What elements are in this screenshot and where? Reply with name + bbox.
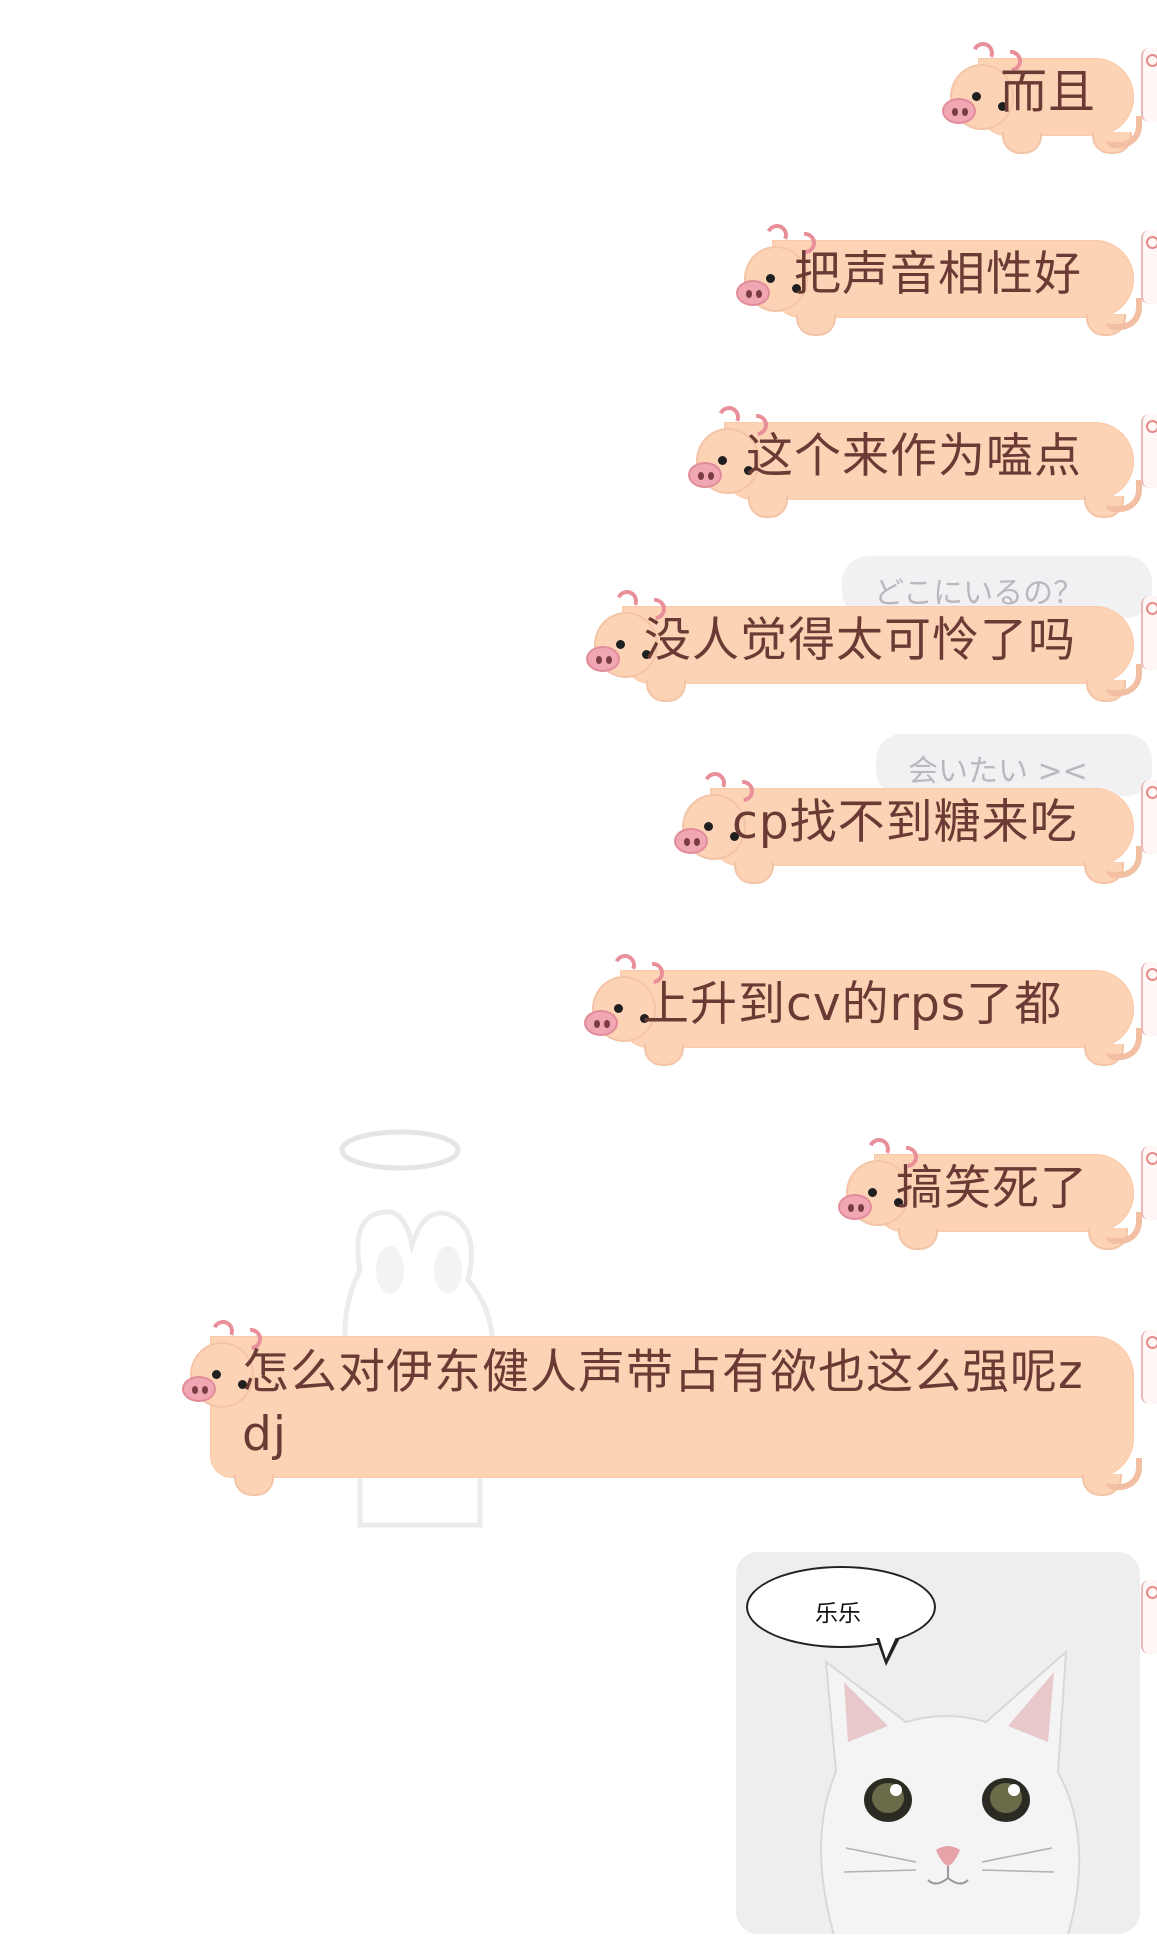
message-bubble[interactable]: 搞笑死了 [838, 1132, 1142, 1250]
pig-tail [1106, 1028, 1142, 1060]
pig-foot [644, 1044, 684, 1066]
message-text: 怎么对伊东健人声带占有欲也这么强呢zdj [242, 1345, 1084, 1462]
avatar[interactable] [1141, 230, 1157, 304]
message-bubble[interactable]: 这个来作为嗑点 [688, 400, 1142, 518]
cat-sticker[interactable]: 乐乐 [736, 1552, 1140, 1934]
pig-foot [898, 1228, 938, 1250]
pig-foot [796, 314, 836, 336]
pig-foot [748, 496, 788, 518]
message-bubble[interactable]: 上升到cv的rps了都 [584, 948, 1142, 1066]
pig-head-icon [838, 1132, 923, 1238]
message-text: 搞笑死了 [896, 1161, 1088, 1216]
avatar[interactable] [1141, 962, 1157, 1036]
message-bubble[interactable]: 怎么对伊东健人声带占有欲也这么强呢zdj [182, 1314, 1142, 1496]
pig-tail [1106, 116, 1142, 148]
pig-tail [1106, 298, 1142, 330]
avatar[interactable] [1141, 1146, 1157, 1220]
speech-bubble: 乐乐 [746, 1566, 936, 1648]
avatar[interactable] [1141, 780, 1157, 854]
pig-tail [1106, 846, 1142, 878]
message-text: 把声音相性好 [794, 247, 1082, 302]
chat-view: どこにいるの？ 会いたい >< 而且 把声音相性好 这个来作为嗑点 没人觉得太可… [0, 0, 1157, 1960]
message-text: 这个来作为嗑点 [746, 429, 1082, 484]
message-bubble[interactable]: 把声音相性好 [736, 218, 1142, 336]
pig-foot [646, 680, 686, 702]
message-text: 没人觉得太可怜了吗 [644, 613, 1076, 668]
pig-tail [1106, 1212, 1142, 1244]
pig-head-icon [586, 584, 671, 690]
message-bubble[interactable]: 没人觉得太可怜了吗 [586, 584, 1142, 702]
pig-head-icon [584, 948, 669, 1054]
avatar[interactable] [1141, 596, 1157, 670]
pig-head-icon [182, 1314, 267, 1420]
message-text: 而且 [1000, 65, 1096, 120]
pig-foot [234, 1474, 274, 1496]
pig-foot [734, 862, 774, 884]
speech-text: 乐乐 [815, 1601, 861, 1627]
pig-tail [1106, 480, 1142, 512]
pig-foot [1002, 132, 1042, 154]
cat-image [820, 1649, 1081, 1934]
pig-tail [1106, 664, 1142, 696]
pig-head-icon [942, 36, 1027, 142]
pig-head-icon [736, 218, 821, 324]
avatar[interactable] [1141, 48, 1157, 122]
message-text: cp找不到糖来吃 [732, 795, 1078, 850]
avatar[interactable] [1141, 1330, 1157, 1404]
avatar[interactable] [1141, 414, 1157, 488]
message-bubble[interactable]: cp找不到糖来吃 [674, 766, 1142, 884]
pig-head-icon [674, 766, 759, 872]
message-bubble[interactable]: 而且 [942, 36, 1142, 154]
pig-head-icon [688, 400, 773, 506]
message-text: 上升到cv的rps了都 [642, 977, 1063, 1032]
avatar[interactable] [1141, 1580, 1157, 1654]
